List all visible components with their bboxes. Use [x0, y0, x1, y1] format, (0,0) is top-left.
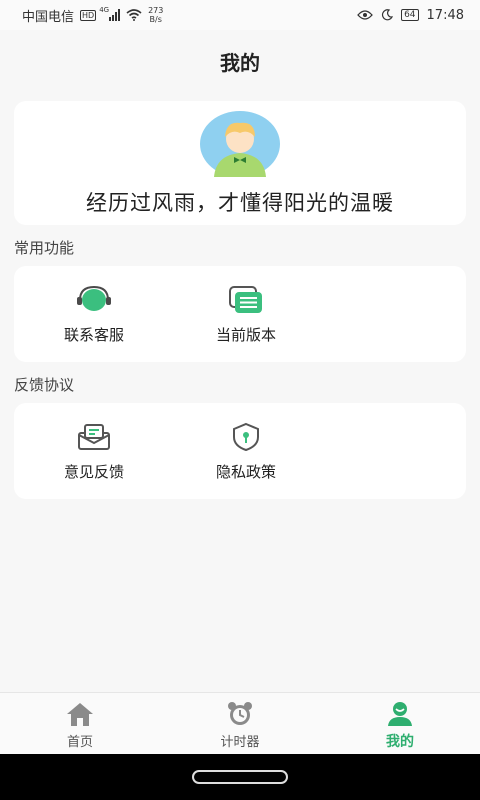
section-title-feedback: 反馈协议 [14, 376, 75, 394]
page-header: 我的 [0, 30, 480, 92]
section-title-common: 常用功能 [14, 239, 75, 257]
feedback-card: 意见反馈 隐私政策 [14, 403, 466, 499]
user-icon [388, 702, 412, 726]
feedback-button[interactable]: 意见反馈 [34, 421, 154, 482]
feedback-label: 意见反馈 [63, 463, 124, 481]
carrier-name: 中国电信 [22, 9, 75, 25]
profile-motto: 经历过风雨，才懂得阳光的温暖 [86, 191, 394, 215]
home-gesture-bar[interactable] [192, 770, 288, 784]
profile-card: 经历过风雨，才懂得阳光的温暖 [14, 101, 466, 225]
tab-mine[interactable]: 我的 [320, 693, 480, 754]
battery-icon: 64 [401, 9, 419, 21]
network-speed: 273 B/s [148, 6, 163, 24]
speed-unit: B/s [149, 15, 162, 24]
current-version-label: 当前版本 [215, 326, 276, 344]
battery-level: 64 [404, 10, 416, 20]
home-icon [67, 703, 93, 726]
tab-home[interactable]: 首页 [0, 693, 160, 754]
eye-icon [357, 10, 373, 20]
contact-service-label: 联系客服 [63, 326, 124, 344]
privacy-policy-button[interactable]: 隐私政策 [186, 421, 306, 482]
tab-mine-label: 我的 [386, 734, 414, 750]
privacy-policy-label: 隐私政策 [215, 463, 276, 481]
status-bar: 中国电信 HD 4G 273 B/s 64 17:48 [0, 0, 480, 30]
bottom-tab-bar: 首页 计时器 我的 [0, 692, 480, 754]
network-type: 4G [99, 6, 110, 14]
tab-home-label: 首页 [66, 735, 93, 750]
tab-timer-label: 计时器 [220, 735, 260, 750]
hd-badge: HD [80, 9, 97, 21]
common-functions-card: 联系客服 当前版本 [14, 266, 466, 362]
current-version-button[interactable]: 当前版本 [186, 284, 306, 345]
headset-icon [77, 285, 111, 311]
version-list-icon [229, 286, 262, 313]
signal-icon [109, 9, 121, 21]
contact-service-button[interactable]: 联系客服 [34, 284, 154, 345]
wifi-icon [126, 9, 142, 21]
clock-time: 17:48 [426, 7, 464, 23]
moon-icon [382, 9, 394, 21]
tab-timer[interactable]: 计时器 [160, 693, 320, 754]
system-nav-bar [0, 754, 480, 800]
avatar[interactable] [200, 111, 280, 177]
speed-value: 273 [148, 6, 164, 15]
page-title: 我的 [220, 50, 260, 75]
alarm-clock-icon [228, 702, 252, 725]
shield-lock-icon [233, 422, 259, 452]
mail-icon [78, 424, 110, 450]
